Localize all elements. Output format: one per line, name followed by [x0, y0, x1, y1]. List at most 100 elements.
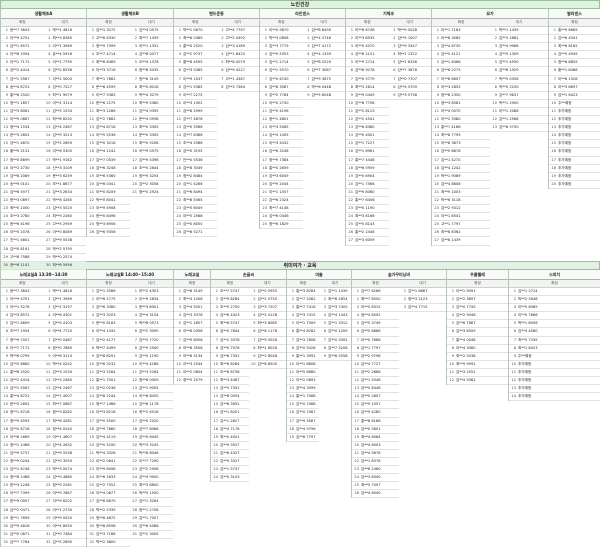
list-item: 11 김**2 8123 [346, 108, 389, 117]
row-number: 7 [91, 337, 94, 342]
list-item: 16 김**9 8876 [432, 148, 490, 157]
row-number: 7 [451, 337, 454, 342]
row-number: 4 [253, 313, 256, 318]
participant-entry: 이**9 2714 [355, 60, 375, 65]
participant-entry: 이**8 6607 [441, 76, 461, 81]
list-item: 13 강**0 8448 [352, 385, 399, 394]
participant-entry: 박**4 3326 [96, 450, 116, 455]
row-number: 15 [132, 402, 137, 407]
row-number: 3 [393, 44, 396, 49]
row-number: 1 [494, 28, 497, 32]
row-number: 21 [89, 189, 94, 194]
row-number: 26 [354, 491, 359, 496]
confirmed-header: 확정 [571, 20, 578, 24]
row-number: 24 [89, 214, 94, 219]
participant-entry: 송**4 8722 [10, 84, 30, 89]
row-number: 21 [132, 189, 137, 194]
row-number: 19 [289, 434, 294, 439]
row-number: 16 [213, 410, 218, 415]
row-number: 9 [178, 92, 181, 97]
list-item: 7 최**1 7862 [87, 76, 130, 84]
row-number: 16 [132, 149, 137, 154]
list-item: 25 정**9 2261 [43, 482, 86, 491]
participant-entry: 홍**8 6166 [361, 418, 381, 423]
list-item: 24 최**3 8166 [346, 213, 389, 222]
participant-entry: 안**0 5536 [183, 157, 203, 162]
participant-entry: 김**9 3587 [296, 418, 316, 423]
list-item: 10 김**6 8500 [248, 361, 286, 369]
row-number: 21 [89, 450, 94, 455]
participant-entry: 박**8 8046 [139, 450, 159, 455]
row-number: 11 [3, 108, 8, 113]
confirmed-list: 1 김**1 5566 2 이**6 2775 3 김**6 3380 4 김**3 3203… [87, 288, 130, 547]
participant-entry: 이**0 4070 [355, 44, 375, 49]
participant-entry: 황**8 4595 [183, 60, 203, 65]
participant-entry: 김**3 3203 [96, 313, 116, 318]
row-number: 27 [3, 499, 8, 504]
row-number: 3 [178, 305, 181, 310]
list-item: 12 이**9 0887 [1, 116, 44, 125]
participant-entry: 한**3 2852 [10, 133, 30, 138]
row-number: 31 [89, 531, 94, 536]
row-number: 2 [451, 297, 454, 302]
list-item: 18 김**4 1242 [432, 165, 490, 173]
row-number: 9 [91, 353, 94, 358]
participant-entry: 김**9 8060 [355, 189, 375, 194]
list-item: 2 정**3 2123 [399, 296, 446, 305]
row-number: 3 [253, 305, 256, 310]
column-headers: 확정 [174, 280, 210, 288]
participant-entry: 김**0 5566 [183, 125, 203, 130]
participant-entry: 김**0 8050 [183, 222, 203, 227]
participant-entry: 김**0 8718 [10, 426, 30, 431]
confirmed-header: 확정 [363, 20, 371, 24]
row-number: 11 [348, 108, 353, 113]
section-title-health: 노인건강 [0, 0, 600, 9]
row-number: 13 [3, 125, 8, 130]
list-item: 9 김**6 5558 [319, 353, 351, 361]
list-item: 12 추가예정 [549, 116, 600, 125]
row-number: 26 [3, 491, 8, 496]
list-item: 3 김**6 3380 [87, 304, 130, 313]
list-item: 3 이**0 4070 [346, 43, 389, 52]
participant-entry: 김**2 2908 [139, 467, 159, 472]
participant-entry: 김**0 3195 [183, 149, 203, 154]
list-item: 9 최**1 9079 [43, 92, 86, 100]
list-item: 4 김**3 3378 [174, 312, 210, 321]
participant-entry: 최**1 9079 [52, 92, 72, 97]
row-number: 7 [134, 337, 137, 342]
row-number: 17 [434, 157, 439, 162]
participant-entry: 김**1 6667 [408, 289, 428, 293]
list-item: 5 김**6 7887 [447, 320, 508, 329]
list-item: 15 김**1 7227 [346, 140, 389, 149]
list-item: 13 김**0 5566 [174, 124, 217, 133]
list-item: 18 정**4 0240 [43, 426, 86, 434]
confirmed-header: 확정 [105, 20, 112, 24]
participant-entry: 이**6 3085 [441, 36, 461, 41]
list-item: 5 김**1 2714 [260, 59, 303, 68]
participant-entry: 이**3 8218 [96, 410, 116, 415]
row-number: 1 [91, 28, 94, 32]
list-item: 4 정**4 8092 [352, 312, 399, 321]
participant-entry: 한**3 2852 [10, 402, 30, 407]
participant-entry: 강**2 4414 [10, 378, 30, 383]
list-item: 7 김**9 6056 [174, 337, 210, 345]
participant-entry: 이**6 5305 [52, 149, 72, 154]
row-number: 5 [350, 60, 353, 65]
list-item: 25 김**5 8143 [346, 221, 389, 230]
participant-entry: 홍**1 7001 [96, 378, 116, 383]
participant-entry: 정**9 4595 [10, 418, 30, 423]
list-item: 14 김**4 1005 [260, 132, 303, 141]
participant-entry: 추가예정 [518, 378, 532, 383]
participant-entry: 이**1 2086 [499, 108, 519, 113]
participant-entry: 최**7 1439 [139, 36, 159, 41]
row-number: 3 [356, 305, 359, 310]
row-number: 9 [91, 92, 94, 97]
row-number: 20 [354, 442, 359, 447]
row-number: 2 [403, 297, 406, 302]
list-item: 6 김**1 5570 [260, 67, 303, 76]
participant-entry: 이**0 8209 [96, 189, 116, 194]
participant-entry: 정**8 0009 [139, 378, 159, 383]
row-number: 1 [253, 289, 256, 293]
participant-entry: 최**8 5065 [183, 197, 203, 202]
participant-entry: 정**4 1534 [10, 125, 30, 130]
